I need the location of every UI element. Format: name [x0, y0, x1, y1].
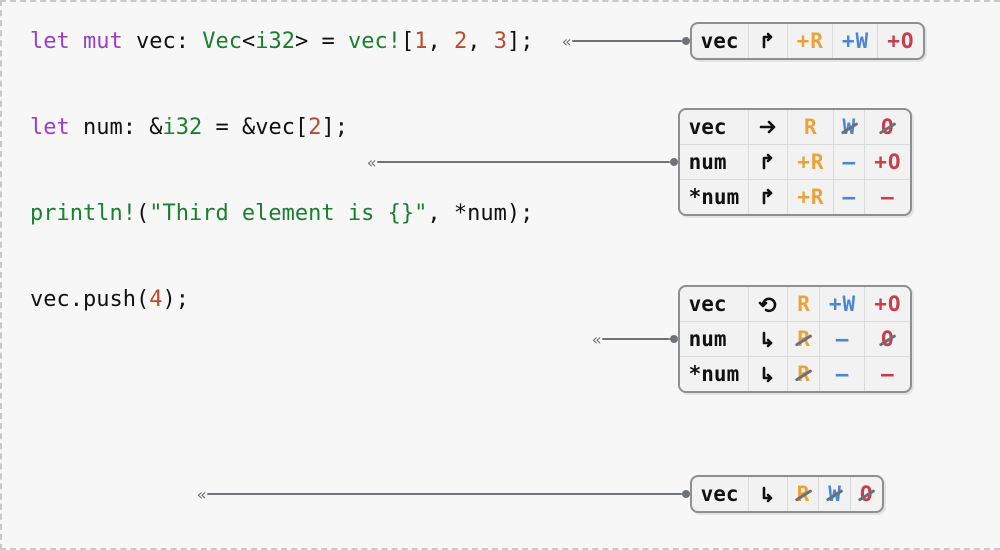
perm-write: –	[833, 145, 865, 180]
permissions-row: vec RWO	[692, 477, 882, 511]
perm-own: –	[865, 357, 910, 392]
perm-own: +O	[865, 287, 910, 322]
perm-write: W	[833, 110, 865, 145]
flow-arrow-icon	[748, 477, 787, 511]
flow-arrow-icon	[748, 24, 787, 58]
permissions-table: vec +R+W+O	[690, 22, 925, 60]
leader-quote-icon: «	[367, 153, 375, 172]
leader-line: «	[367, 153, 678, 172]
perm-own: +O	[865, 145, 910, 180]
permissions-panel-4: « vec RWO	[197, 475, 884, 513]
variable-name: num	[680, 145, 749, 180]
perm-write: W	[819, 477, 851, 511]
ident-vec: vec	[136, 29, 176, 54]
permissions-panel-2: « vec RWOnum +R–+O *num +R––	[367, 108, 912, 216]
keyword-mut: mut	[83, 29, 123, 54]
perm-write: –	[819, 322, 864, 357]
leader-line: «	[562, 32, 690, 51]
leader-quote-icon: «	[592, 330, 600, 349]
permissions-panel-3: « vecR+W+OnumR–O*numR––	[592, 285, 912, 393]
permissions-row: *num +R––	[680, 180, 910, 215]
permissions-row: vec R+W+O	[680, 287, 910, 322]
perm-write: +W	[819, 287, 864, 322]
macro-println: println!	[30, 201, 136, 226]
perm-write: –	[833, 180, 865, 215]
keyword-let: let	[30, 29, 70, 54]
flow-arrow-icon	[749, 180, 788, 215]
permissions-row: vec +R+W+O	[692, 24, 923, 58]
permissions-table: vec RWO	[690, 475, 884, 513]
variable-name: vec	[692, 477, 748, 511]
perm-read: R	[788, 110, 833, 145]
permissions-table: vecR+W+OnumR–O*numR––	[678, 285, 912, 393]
flow-arrow-icon	[749, 110, 788, 145]
leader-line: «	[197, 485, 690, 504]
ident-num: num	[83, 115, 123, 140]
macro-vec: vec!	[348, 29, 401, 54]
perm-own: O	[850, 477, 881, 511]
permissions-row: num R–O	[680, 322, 910, 357]
perm-read: R	[788, 322, 820, 357]
permissions-panel-1: « vec +R+W+O	[562, 22, 925, 60]
perm-own: –	[865, 180, 910, 215]
variable-name: vec	[692, 24, 748, 58]
leader-line: «	[592, 330, 678, 349]
flow-arrow-icon	[749, 357, 788, 392]
perm-read: R	[788, 357, 820, 392]
variable-name: *num	[680, 357, 749, 392]
flow-arrow-icon	[749, 322, 788, 357]
method-push: push	[83, 287, 136, 312]
permissions-row: num +R–+O	[680, 145, 910, 180]
perm-read: R	[787, 477, 819, 511]
permissions-table: vec RWOnum +R–+O *num +R––	[678, 108, 912, 216]
variable-name: vec	[680, 110, 749, 145]
code-permissions-diagram: let mut vec: Vec<i32> = vec![1, 2, 3]; l…	[0, 0, 1000, 550]
variable-name: num	[680, 322, 749, 357]
perm-write: –	[819, 357, 864, 392]
variable-name: *num	[680, 180, 749, 215]
perm-read: +R	[788, 145, 833, 180]
type-vec: Vec	[202, 29, 242, 54]
permissions-row: *numR––	[680, 357, 910, 392]
flow-arrow-icon	[749, 145, 788, 180]
perm-write: +W	[832, 24, 877, 58]
perm-read: R	[788, 287, 820, 322]
variable-name: vec	[680, 287, 749, 322]
flow-arrow-icon	[749, 287, 788, 322]
perm-read: +R	[788, 180, 833, 215]
perm-read: +R	[787, 24, 832, 58]
permissions-row: vec RWO	[680, 110, 910, 145]
perm-own: O	[865, 322, 910, 357]
perm-own: +O	[878, 24, 923, 58]
leader-quote-icon: «	[197, 485, 205, 504]
leader-quote-icon: «	[562, 32, 570, 51]
perm-own: O	[865, 110, 910, 145]
